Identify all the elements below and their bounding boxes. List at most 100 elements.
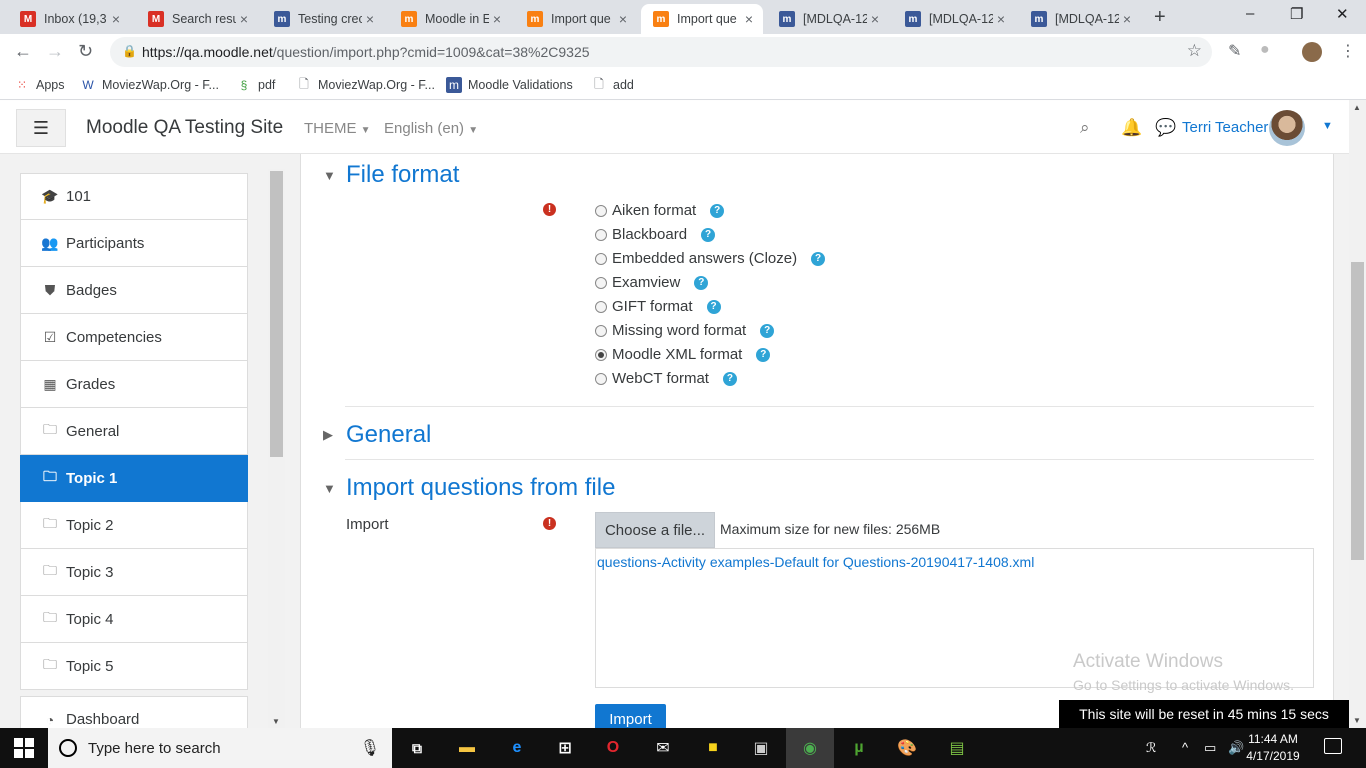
- bookmark-item[interactable]: m Moodle Validations: [446, 77, 573, 93]
- scroll-up-arrow-icon[interactable]: ▲: [1353, 103, 1361, 112]
- store-icon[interactable]: ⊞: [552, 736, 578, 760]
- radio-button[interactable]: [595, 204, 607, 217]
- mail-icon[interactable]: ✉: [650, 736, 676, 760]
- close-tab-icon[interactable]: ×: [489, 11, 505, 27]
- forward-icon[interactable]: →: [46, 41, 64, 62]
- minimize-icon[interactable]: –: [1246, 5, 1254, 22]
- user-menu-caret-icon[interactable]: ▼: [1322, 120, 1333, 132]
- site-name[interactable]: Moodle QA Testing Site: [86, 117, 283, 139]
- help-icon[interactable]: ?: [701, 227, 716, 242]
- sidebar-item[interactable]: ☑ Competencies: [20, 314, 248, 361]
- help-icon[interactable]: ?: [760, 323, 775, 338]
- sidebar-item[interactable]: 🗀 Topic 3: [20, 549, 248, 596]
- close-tab-icon[interactable]: ×: [1119, 11, 1135, 27]
- sidebar-item[interactable]: ⛊ Badges: [20, 267, 248, 314]
- microphone-icon[interactable]: 🎙: [360, 738, 380, 758]
- bookmark-item[interactable]: § pdf: [236, 77, 276, 93]
- help-icon[interactable]: ?: [710, 203, 725, 218]
- user-avatar[interactable]: [1269, 110, 1305, 146]
- close-tab-icon[interactable]: ×: [615, 11, 631, 27]
- file-format-option[interactable]: WebCT format?: [595, 370, 737, 387]
- sidebar-item[interactable]: ▦ Grades: [20, 361, 248, 408]
- help-icon[interactable]: ?: [756, 347, 771, 362]
- chrome-menu-icon[interactable]: ⋮: [1340, 41, 1356, 61]
- radio-button[interactable]: [595, 252, 607, 265]
- taskbar-search-box[interactable]: Type here to search 🎙: [48, 728, 392, 768]
- battery-icon[interactable]: ▭: [1204, 740, 1216, 756]
- messages-icon[interactable]: 💬: [1155, 118, 1176, 138]
- file-format-option[interactable]: Blackboard?: [595, 226, 716, 243]
- browser-tab[interactable]: M Inbox (19,3 ×: [8, 4, 130, 34]
- close-tab-icon[interactable]: ×: [108, 11, 124, 27]
- file-format-option[interactable]: Aiken format?: [595, 202, 725, 219]
- system-clock[interactable]: 11:44 AM 4/17/2019: [1238, 731, 1308, 765]
- close-tab-icon[interactable]: ×: [362, 11, 378, 27]
- radio-button[interactable]: [595, 372, 607, 385]
- sidebar-item[interactable]: 🗀 Topic 2: [20, 502, 248, 549]
- help-icon[interactable]: ?: [706, 299, 721, 314]
- show-hidden-icons-caret[interactable]: ^: [1182, 740, 1188, 755]
- page-scrollbar[interactable]: ▲ ▼: [1349, 100, 1366, 728]
- close-tab-icon[interactable]: ×: [993, 11, 1009, 27]
- bookmark-item[interactable]: W MoviezWap.Org - F...: [80, 77, 219, 93]
- file-format-section-header[interactable]: ▼ File format: [323, 161, 459, 189]
- file-format-option[interactable]: Missing word format?: [595, 322, 775, 339]
- radio-button[interactable]: [595, 324, 607, 337]
- sticky-notes-icon[interactable]: ■: [700, 736, 726, 760]
- file-format-option[interactable]: Embedded answers (Cloze)?: [595, 250, 826, 267]
- page-scrollbar-thumb[interactable]: [1351, 262, 1364, 560]
- chrome-taskbar-icon[interactable]: ◉: [786, 728, 834, 768]
- file-explorer-icon[interactable]: ▬: [454, 736, 480, 760]
- address-bar[interactable]: 🔒 https://qa.moodle.net/question/import.…: [110, 37, 1212, 67]
- browser-tab[interactable]: m Moodle in E ×: [389, 4, 511, 34]
- extension-icon[interactable]: ✎: [1228, 41, 1241, 61]
- language-menu[interactable]: English (en) ▼: [384, 120, 478, 137]
- browser-tab[interactable]: m Import que ×: [641, 4, 763, 34]
- back-icon[interactable]: ←: [14, 41, 32, 62]
- drawer-toggle-button[interactable]: ☰: [16, 109, 66, 147]
- scroll-down-arrow-icon[interactable]: ▼: [272, 717, 280, 726]
- sidebar-item[interactable]: 🗀 Topic 1: [20, 455, 248, 502]
- file-format-option[interactable]: Examview?: [595, 274, 709, 291]
- extension-circle-icon[interactable]: ●: [1260, 41, 1270, 59]
- windows-start-icon[interactable]: [14, 738, 34, 758]
- radio-button[interactable]: [595, 348, 607, 361]
- bookmark-item[interactable]: 🗋 add: [591, 77, 634, 93]
- drawer-scrollbar-thumb[interactable]: [270, 171, 283, 457]
- file-format-option[interactable]: Moodle XML format?: [595, 346, 771, 363]
- selected-file-link[interactable]: questions-Activity examples-Default for …: [597, 554, 1034, 570]
- general-section-header[interactable]: ▶ General: [323, 421, 431, 449]
- notifications-bell-icon[interactable]: 🔔: [1121, 118, 1142, 138]
- sidebar-item[interactable]: 🗀 Topic 4: [20, 596, 248, 643]
- maximize-icon[interactable]: ❐: [1290, 5, 1303, 23]
- browser-tab[interactable]: m Testing crec ×: [262, 4, 384, 34]
- bookmark-item[interactable]: ⁙ Apps: [14, 77, 65, 93]
- media-app-icon[interactable]: ▣: [748, 736, 774, 760]
- spreadsheet-icon[interactable]: ▤: [944, 736, 970, 760]
- browser-tab[interactable]: m [MDLQA-12 ×: [767, 4, 889, 34]
- search-icon[interactable]: ⌕: [1080, 118, 1090, 138]
- help-icon[interactable]: ?: [722, 371, 737, 386]
- opera-icon[interactable]: O: [600, 736, 626, 760]
- action-center-icon[interactable]: [1324, 738, 1342, 754]
- browser-tab[interactable]: m [MDLQA-12 ×: [1019, 4, 1141, 34]
- radio-button[interactable]: [595, 276, 607, 289]
- edge-browser-icon[interactable]: e: [504, 736, 530, 760]
- browser-tab[interactable]: M Search resu ×: [136, 4, 258, 34]
- paint-icon[interactable]: 🎨: [894, 736, 920, 760]
- new-tab-icon[interactable]: +: [1154, 6, 1166, 29]
- close-tab-icon[interactable]: ×: [236, 11, 252, 27]
- close-tab-icon[interactable]: ×: [741, 11, 757, 27]
- sidebar-item[interactable]: 👥 Participants: [20, 220, 248, 267]
- reload-icon[interactable]: ↻: [78, 41, 93, 62]
- user-name[interactable]: Terri Teacher: [1182, 119, 1268, 136]
- file-format-option[interactable]: GIFT format?: [595, 298, 721, 315]
- task-view-icon[interactable]: ⧉: [404, 736, 430, 760]
- utorrent-icon[interactable]: µ: [846, 736, 872, 760]
- bookmark-star-icon[interactable]: ☆: [1187, 41, 1202, 61]
- close-window-icon[interactable]: ✕: [1336, 5, 1349, 23]
- import-section-header[interactable]: ▼ Import questions from file: [323, 474, 615, 502]
- sidebar-item[interactable]: 🗀 Topic 5: [20, 643, 248, 690]
- sidebar-item[interactable]: 🎓 101: [20, 173, 248, 220]
- drawer-scrollbar[interactable]: ▼: [268, 169, 285, 728]
